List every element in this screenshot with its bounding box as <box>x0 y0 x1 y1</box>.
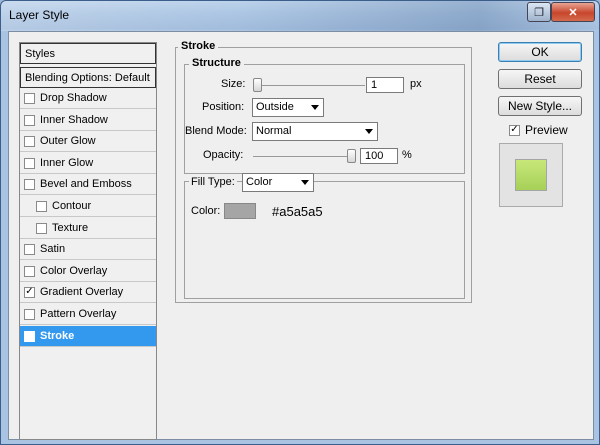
style-item-label: Inner Glow <box>40 157 94 169</box>
structure-group: Structure Size: 1 px Position: Outside B… <box>184 57 465 174</box>
size-slider[interactable] <box>253 85 365 87</box>
size-slider-thumb[interactable] <box>253 78 262 92</box>
style-item-label: Gradient Overlay <box>40 286 124 298</box>
blend-mode-select[interactable]: Normal <box>252 122 378 141</box>
style-item-label: Stroke <box>40 330 75 342</box>
size-unit: px <box>410 78 422 90</box>
style-item-label: Satin <box>40 243 66 255</box>
preview-box <box>499 143 563 207</box>
style-item-color-overlay[interactable]: Color Overlay <box>20 261 156 282</box>
blend-mode-value: Normal <box>256 125 292 137</box>
structure-title: Structure <box>189 57 244 69</box>
close-button[interactable]: ✕ <box>551 2 595 22</box>
style-item-bevel-and-emboss[interactable]: Bevel and Emboss <box>20 174 156 195</box>
style-item-contour[interactable]: Contour <box>20 196 156 217</box>
chevron-down-icon <box>311 105 319 110</box>
style-item-inner-glow[interactable]: Inner Glow <box>20 153 156 174</box>
opacity-slider[interactable] <box>253 156 355 158</box>
position-label: Position: <box>202 101 245 113</box>
style-checkbox[interactable] <box>24 178 35 190</box>
ok-button[interactable]: OK <box>498 42 582 62</box>
chevron-down-icon <box>301 180 309 185</box>
close-icon: ✕ <box>568 6 578 19</box>
color-swatch[interactable] <box>224 203 256 219</box>
style-item-stroke[interactable]: ✓ Stroke <box>20 326 156 347</box>
style-checkbox[interactable] <box>24 243 35 255</box>
opacity-label: Opacity: <box>203 149 244 161</box>
size-label: Size: <box>221 78 246 90</box>
style-checkbox[interactable] <box>24 308 35 320</box>
style-checkbox[interactable] <box>36 222 47 234</box>
stroke-title: Stroke <box>178 40 219 52</box>
styles-list: Styles Blending Options: Default Drop Sh… <box>19 42 157 440</box>
style-checkbox[interactable]: ✓ <box>24 330 35 342</box>
color-hex: #a5a5a5 <box>272 204 323 219</box>
preview-thumbnail <box>515 159 547 191</box>
style-item-label: Outer Glow <box>40 135 96 147</box>
style-item-outer-glow[interactable]: Outer Glow <box>20 131 156 152</box>
new-style-button[interactable]: New Style... <box>498 96 582 116</box>
new-style-label: New Style... <box>507 99 573 113</box>
style-item-label: Bevel and Emboss <box>40 178 132 190</box>
style-item-inner-shadow[interactable]: Inner Shadow <box>20 110 156 131</box>
size-input[interactable]: 1 <box>366 77 404 93</box>
style-item-texture[interactable]: Texture <box>20 218 156 239</box>
style-checkbox[interactable] <box>36 200 47 212</box>
style-checkbox[interactable] <box>24 92 35 104</box>
style-item-label: Color Overlay <box>40 265 108 277</box>
style-checkbox[interactable] <box>24 135 35 147</box>
style-item-gradient-overlay[interactable]: ✓ Gradient Overlay <box>20 282 156 303</box>
style-item-label: Contour <box>52 200 92 212</box>
style-checkbox[interactable] <box>24 157 35 169</box>
blending-options[interactable]: Blending Options: Default <box>20 67 156 88</box>
style-checkbox[interactable] <box>24 265 35 277</box>
preview-label: Preview <box>525 123 568 137</box>
color-label: Color: <box>191 205 221 217</box>
style-item-label: Pattern Overlay <box>40 308 117 320</box>
preview-checkbox-row[interactable]: ✓ Preview <box>509 123 568 137</box>
fill-type-label: Fill Type: <box>189 176 237 188</box>
layer-style-window: Layer Style ❐ ✕ Styles Blending Options:… <box>0 0 600 445</box>
opacity-input[interactable]: 100 <box>360 148 398 164</box>
opacity-unit: % <box>402 149 412 161</box>
style-item-pattern-overlay[interactable]: Pattern Overlay <box>20 304 156 325</box>
reset-button[interactable]: Reset <box>498 69 582 89</box>
styles-header-label: Styles <box>25 47 55 60</box>
style-item-satin[interactable]: Satin <box>20 239 156 260</box>
blending-options-label: Blending Options: Default <box>25 71 150 84</box>
fill-type-value: Color <box>246 176 273 188</box>
position-select[interactable]: Outside <box>252 98 324 117</box>
opacity-slider-thumb[interactable] <box>347 149 356 163</box>
fill-type-select[interactable]: Color <box>242 173 314 192</box>
style-item-label: Drop Shadow <box>40 92 107 104</box>
blend-mode-label: Blend Mode: <box>185 125 247 137</box>
style-item-label: Texture <box>52 222 89 234</box>
chevron-down-icon <box>365 129 373 134</box>
dialog-client: Styles Blending Options: Default Drop Sh… <box>8 31 594 440</box>
style-checkbox[interactable]: ✓ <box>24 286 35 298</box>
stroke-group: Stroke Structure Size: 1 px Position: Ou… <box>175 40 472 303</box>
restore-icon: ❐ <box>534 6 544 19</box>
styles-header[interactable]: Styles <box>20 43 156 64</box>
title-bar[interactable]: Layer Style ❐ ✕ <box>1 1 599 31</box>
style-item-drop-shadow[interactable]: Drop Shadow <box>20 88 156 109</box>
style-checkbox[interactable] <box>24 114 35 126</box>
fill-group: Fill Type: Color Color: #a5a5a5 <box>184 173 465 299</box>
restore-button[interactable]: ❐ <box>527 2 551 22</box>
preview-checkbox[interactable]: ✓ <box>509 124 520 136</box>
style-item-label: Inner Shadow <box>40 114 108 126</box>
position-value: Outside <box>256 101 294 113</box>
window-title: Layer Style <box>9 8 70 22</box>
